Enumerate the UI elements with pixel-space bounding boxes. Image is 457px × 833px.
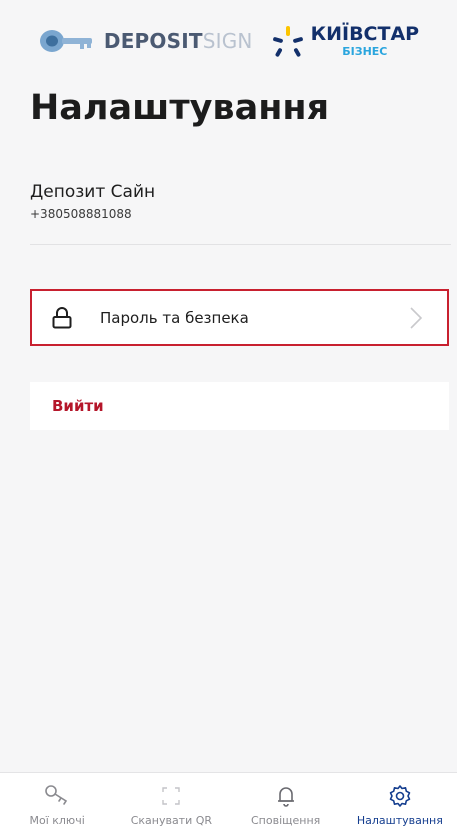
tab-label: Мої ключі (29, 814, 85, 827)
app-header: DEPOSITSIGN КИЇВСТАР БІЗНЕС (0, 0, 457, 82)
profile-name: Депозит Сайн (30, 182, 156, 202)
password-security-label: Пароль та безпека (100, 308, 249, 327)
logout-label: Вийти (52, 397, 104, 415)
scan-icon (162, 787, 181, 805)
password-security-item[interactable]: Пароль та безпека (30, 289, 449, 346)
lock-icon (52, 306, 72, 328)
kyivstar-star-icon (272, 26, 303, 57)
logout-button[interactable]: Вийти (30, 382, 449, 430)
kyivstar-logo: КИЇВСТАР БІЗНЕС (271, 23, 420, 58)
tab-my-keys[interactable]: Мої ключі (0, 773, 114, 833)
bell-icon (277, 787, 294, 807)
gear-icon (389, 785, 411, 807)
depositsign-wordmark: DEPOSITSIGN (103, 29, 253, 53)
page-title: Налаштування (30, 88, 330, 128)
tab-label: Налаштування (356, 814, 443, 827)
chevron-right-icon (410, 307, 423, 329)
bottom-tab-bar: Мої ключі Сканувати QR Сповіщення Налашт… (0, 772, 457, 833)
divider (30, 244, 451, 245)
tab-settings[interactable]: Налаштування (343, 773, 457, 833)
tab-label: Сповіщення (250, 814, 321, 827)
depositsign-key-icon (39, 30, 92, 52)
depositsign-logo: DEPOSITSIGN (38, 27, 253, 55)
tab-label: Сканувати QR (130, 814, 213, 827)
tab-notifications[interactable]: Сповіщення (229, 773, 343, 833)
profile-phone: +380508881088 (30, 207, 132, 221)
kyivstar-wordmark: КИЇВСТАР БІЗНЕС (310, 23, 420, 58)
key-icon (45, 785, 68, 805)
tab-scan-qr[interactable]: Сканувати QR (114, 773, 228, 833)
